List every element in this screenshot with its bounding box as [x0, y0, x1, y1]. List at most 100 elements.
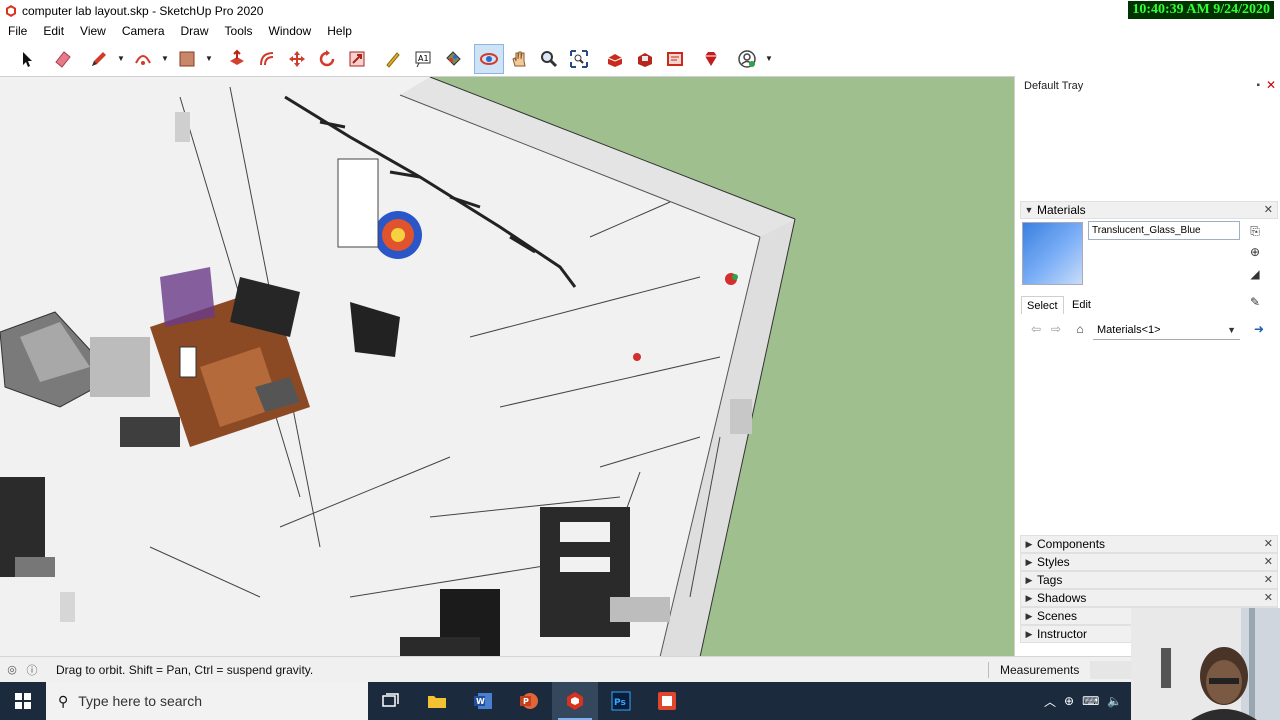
materials-panel-header[interactable]: ▼ Materials ✕ — [1020, 201, 1278, 219]
arc-dropdown[interactable]: ▼ — [158, 44, 172, 74]
sketchup-taskbar-button[interactable] — [552, 682, 598, 720]
menu-camera[interactable]: Camera — [114, 21, 173, 41]
shadows-panel-header[interactable]: ▶ Shadows ✕ — [1020, 589, 1278, 607]
photoshop-button[interactable]: Ps — [598, 682, 644, 720]
account-icon — [738, 49, 756, 68]
pan-tool-button[interactable] — [504, 44, 534, 74]
tape-measure-tool-button[interactable] — [378, 44, 408, 74]
ruby-icon — [705, 51, 717, 66]
zoom-tool-button[interactable] — [534, 44, 564, 74]
menu-tools[interactable]: Tools — [217, 21, 261, 41]
forward-arrow-icon[interactable]: ⇨ — [1051, 322, 1061, 336]
create-material-icon[interactable]: ⊕ — [1247, 244, 1263, 260]
window-title: computer lab layout.skp - SketchUp Pro 2… — [22, 3, 264, 18]
arc-tool-button[interactable] — [128, 44, 158, 74]
extension-warehouse-button[interactable] — [630, 44, 660, 74]
offset-tool-button[interactable] — [252, 44, 282, 74]
home-icon[interactable]: ⌂ — [1072, 321, 1088, 337]
network-icon[interactable]: ⊕ — [1064, 694, 1074, 708]
pin-icon[interactable]: ▪ — [1256, 80, 1260, 91]
close-panel-icon[interactable]: ✕ — [1264, 591, 1273, 604]
word-button[interactable]: W — [460, 682, 506, 720]
styles-panel-header[interactable]: ▶ Styles ✕ — [1020, 553, 1278, 571]
layout-button[interactable] — [644, 682, 690, 720]
menu-draw[interactable]: Draw — [173, 21, 217, 41]
expand-triangle-icon: ▶ — [1025, 574, 1033, 585]
expand-triangle-icon: ▶ — [1025, 556, 1033, 567]
search-placeholder: Type here to search — [78, 693, 203, 709]
tray-title: Default Tray — [1024, 80, 1084, 92]
scale-tool-button[interactable] — [342, 44, 372, 74]
text-icon: A1 — [415, 51, 431, 67]
tab-select[interactable]: Select — [1021, 296, 1064, 314]
zoom-extents-tool-button[interactable] — [564, 44, 594, 74]
components-panel-title: Components — [1037, 537, 1106, 551]
account-dropdown[interactable]: ▼ — [762, 44, 776, 74]
rectangle-icon — [179, 51, 195, 66]
details-arrow-icon[interactable]: ➜ — [1251, 321, 1267, 337]
ruby-console-button[interactable] — [696, 44, 726, 74]
chevron-up-icon[interactable]: ︿ — [1044, 693, 1056, 710]
menu-view[interactable]: View — [72, 21, 114, 41]
orbit-tool-button[interactable] — [474, 43, 504, 74]
eyedropper-icon[interactable]: ✎ — [1247, 294, 1263, 310]
push-pull-tool-button[interactable] — [222, 44, 252, 74]
menu-help[interactable]: Help — [319, 21, 360, 41]
close-panel-icon[interactable]: ✕ — [1264, 555, 1273, 568]
close-panel-icon[interactable]: ✕ — [1264, 203, 1273, 216]
pencil-dropdown[interactable]: ▼ — [114, 44, 128, 74]
svg-text:Ps: Ps — [614, 698, 626, 708]
select-tool-button[interactable] — [12, 44, 42, 74]
file-explorer-button[interactable] — [414, 682, 460, 720]
task-view-icon — [382, 693, 399, 707]
model-viewport[interactable] — [0, 76, 1014, 656]
collection-select[interactable]: Materials<1> ▼ — [1093, 320, 1240, 340]
menu-window[interactable]: Window — [261, 21, 320, 41]
account-button[interactable] — [732, 44, 762, 74]
sample-paint-icon[interactable]: ◢ — [1247, 266, 1263, 282]
wall-panel — [337, 158, 379, 248]
paste-material-icon[interactable]: ⎘ — [1247, 223, 1263, 239]
sketchup-logo-icon — [6, 4, 16, 17]
back-arrow-icon[interactable]: ⇦ — [1031, 322, 1041, 336]
material-swatch[interactable] — [1022, 222, 1083, 285]
close-panel-icon[interactable]: ✕ — [1264, 573, 1273, 586]
file-explorer-icon — [428, 696, 446, 708]
styles-panel-title: Styles — [1037, 555, 1070, 569]
pencil-tool-button[interactable] — [84, 44, 114, 74]
menu-file[interactable]: File — [0, 21, 35, 41]
tags-panel-title: Tags — [1037, 573, 1063, 587]
offset-icon — [260, 51, 274, 65]
rectangle-dropdown[interactable]: ▼ — [202, 44, 216, 74]
volume-icon[interactable]: 🔈 — [1107, 694, 1122, 708]
rectangle-tool-button[interactable] — [172, 44, 202, 74]
keyboard-icon[interactable]: ⌨ — [1082, 694, 1099, 708]
taskbar-search-box[interactable]: ⚲ Type here to search — [46, 682, 368, 720]
rotate-tool-button[interactable] — [312, 44, 342, 74]
info-icon[interactable]: ⓘ — [22, 660, 42, 680]
orbit-icon — [480, 52, 498, 65]
close-tray-icon[interactable]: ✕ — [1266, 78, 1276, 92]
send-to-layout-button[interactable] — [660, 44, 690, 74]
divider — [988, 662, 989, 678]
close-panel-icon[interactable]: ✕ — [1264, 537, 1273, 550]
eraser-tool-button[interactable] — [48, 44, 78, 74]
geo-location-icon[interactable]: ◎ — [2, 660, 22, 680]
tags-panel-header[interactable]: ▶ Tags ✕ — [1020, 571, 1278, 589]
menu-edit[interactable]: Edit — [35, 21, 72, 41]
large-tool-set-toolbar: ▼ ▼ ▼ A1 ▼ — [0, 41, 1280, 76]
task-view-button[interactable] — [368, 682, 414, 720]
zoom-extents-icon — [570, 49, 588, 68]
paint-bucket-tool-button[interactable] — [438, 44, 468, 74]
powerpoint-icon: P — [520, 693, 538, 709]
powerpoint-button[interactable]: P — [506, 682, 552, 720]
start-button[interactable] — [0, 682, 46, 720]
webcam-overlay — [1131, 608, 1280, 720]
3d-warehouse-button[interactable] — [600, 44, 630, 74]
tab-edit[interactable]: Edit — [1067, 296, 1096, 314]
move-tool-button[interactable] — [282, 44, 312, 74]
components-panel-header[interactable]: ▶ Components ✕ — [1020, 535, 1278, 553]
text-tool-button[interactable]: A1 — [408, 44, 438, 74]
layout-icon — [667, 51, 683, 66]
material-name-field[interactable]: Translucent_Glass_Blue — [1088, 221, 1240, 240]
